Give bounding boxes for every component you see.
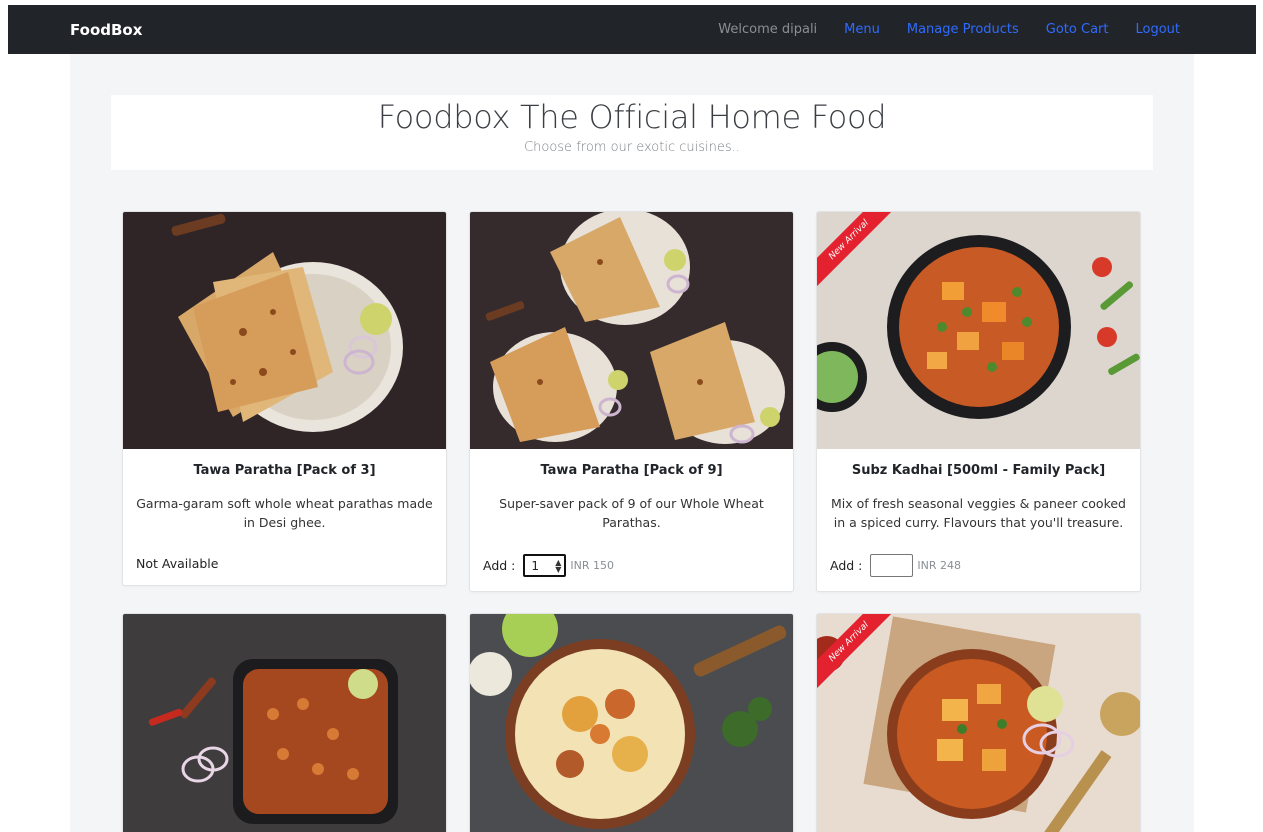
card-body: Tawa Paratha [Pack of 3] Garma-garam sof… — [123, 449, 446, 532]
product-card: Tawa Paratha [Pack of 9] Super-saver pac… — [469, 211, 794, 592]
kadhai-bowl-image: New Arrival — [817, 212, 1140, 449]
page-title: Foodbox The Official Home Food — [377, 98, 887, 136]
add-to-cart-row: Add : 1 ▲ ▼ INR 150 — [470, 554, 627, 577]
product-card: New Arrival — [816, 613, 1141, 832]
quantity-value: 1 — [531, 558, 540, 573]
card-body: Subz Kadhai [500ml - Family Pack] Mix of… — [817, 449, 1140, 532]
main-container: Foodbox The Official Home Food Choose fr… — [70, 54, 1194, 832]
brand-logo[interactable]: FoodBox — [70, 21, 142, 39]
product-title: Tawa Paratha [Pack of 9] — [540, 463, 723, 478]
availability-status: Not Available — [136, 556, 219, 571]
product-card — [122, 613, 447, 832]
paratha-three-plates-image — [470, 212, 793, 449]
top-navbar: FoodBox Welcome dipali Menu Manage Produ… — [8, 5, 1256, 54]
jumbotron: Foodbox The Official Home Food Choose fr… — [111, 95, 1153, 170]
add-label: Add : — [830, 558, 863, 573]
biryani-image — [470, 614, 793, 832]
quantity-stepper[interactable] — [870, 554, 914, 577]
product-title: Subz Kadhai [500ml - Family Pack] — [851, 463, 1106, 478]
card-body: Tawa Paratha [Pack of 9] Super-saver pac… — [470, 449, 793, 532]
product-price: INR 248 — [917, 559, 961, 572]
product-card: Tawa Paratha [Pack of 3] Garma-garam sof… — [122, 211, 447, 586]
product-description: Garma-garam soft whole wheat parathas ma… — [136, 496, 433, 530]
paratha-plate-image — [123, 212, 446, 449]
welcome-text: Welcome dipali — [718, 22, 818, 37]
nav-link-logout[interactable]: Logout — [1135, 22, 1180, 37]
spinner-arrows-icon[interactable]: ▲ ▼ — [555, 559, 561, 574]
nav-link-goto-cart[interactable]: Goto Cart — [1046, 22, 1109, 37]
product-card — [469, 613, 794, 832]
nav-links: Welcome dipali Menu Manage Products Goto… — [691, 22, 1180, 37]
product-price: INR 150 — [570, 559, 614, 572]
nav-link-manage-products[interactable]: Manage Products — [907, 22, 1019, 37]
product-title: Tawa Paratha [Pack of 3] — [193, 463, 376, 478]
quantity-stepper[interactable]: 1 ▲ ▼ — [523, 554, 567, 577]
add-to-cart-row: Add : INR 248 — [817, 554, 974, 577]
product-card: New Arrival Subz Kadhai [500ml - Family … — [816, 211, 1141, 592]
chole-pan-image — [123, 614, 446, 832]
page-subtitle: Choose from our exotic cuisines.. — [524, 140, 740, 155]
nav-link-menu[interactable]: Menu — [844, 22, 880, 37]
card-footer: Not Available — [123, 556, 231, 571]
product-description: Mix of fresh seasonal veggies & paneer c… — [831, 496, 1126, 530]
product-description: Super-saver pack of 9 of our Whole Wheat… — [499, 496, 764, 530]
add-label: Add : — [483, 558, 516, 573]
paneer-curry-image: New Arrival — [817, 614, 1140, 832]
